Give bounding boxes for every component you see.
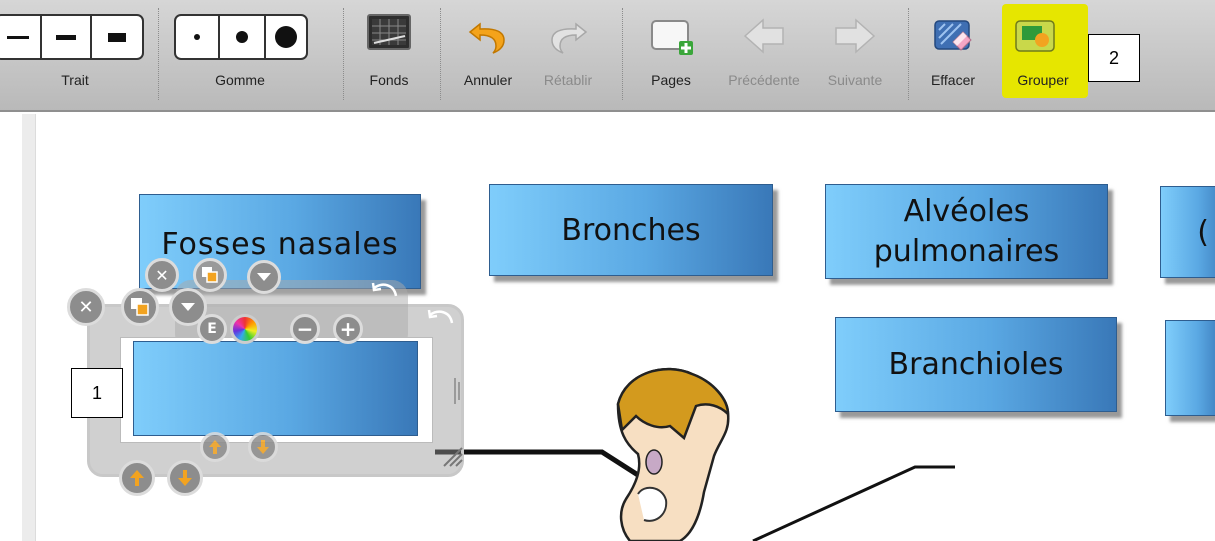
effacer-button[interactable]: Effacer [918,0,988,112]
trait-thick-option[interactable] [92,16,142,58]
card-alveoles-line2: pulmonaires [873,233,1060,269]
edit-text-icon[interactable]: E [197,314,227,344]
layer-icon[interactable] [121,288,159,326]
trait-medium-option[interactable] [42,16,92,58]
card-bronches[interactable]: Bronches [489,184,773,276]
callout-1: 1 [71,368,123,418]
trait-width-selector[interactable] [0,14,144,60]
toolbar-separator [343,8,344,100]
minus-icon[interactable]: − [290,314,320,344]
arrow-left-icon [742,16,786,56]
move-up-icon[interactable] [200,432,230,462]
suivante-label: Suivante [827,72,883,88]
group-icon [1013,16,1057,56]
card-alveoles-pulmonaires[interactable]: Alvéoles pulmonaires [825,184,1108,279]
gomme-size-selector[interactable] [174,14,308,60]
fonds-label: Fonds [369,72,409,88]
toolbar-separator [622,8,623,100]
trait-tool[interactable]: Trait [0,0,150,112]
rotate-icon[interactable] [426,307,456,337]
gomme-large-option[interactable] [266,16,306,58]
grouper-label: Grouper [1017,72,1069,88]
move-down-icon[interactable] [167,460,203,496]
toolbar: Trait Gomme Fonds Annuler Rétablir Pages… [0,0,1215,112]
boy-illustration [435,367,955,541]
gomme-label: Gomme [215,72,265,88]
suivante-button[interactable]: Suivante [814,0,896,112]
gomme-tool[interactable]: Gomme [170,0,310,112]
eraser-icon [931,16,975,56]
annuler-button[interactable]: Annuler [452,0,524,112]
move-down-icon[interactable] [248,432,278,462]
card-empty-selected[interactable] [133,341,418,436]
grouper-button[interactable]: Grouper [1002,0,1088,112]
trait-label: Trait [61,72,89,88]
side-handle-icon[interactable] [452,376,462,406]
precedente-button[interactable]: Précédente [715,0,813,112]
pages-button[interactable]: Pages [636,0,706,112]
add-page-icon [649,16,693,56]
close-icon[interactable]: ✕ [67,288,105,326]
gomme-medium-option[interactable] [220,16,266,58]
whiteboard-canvas[interactable]: Fosses nasales Bronches Alvéoles pulmona… [0,114,1215,541]
resize-grip-icon[interactable] [440,444,464,468]
card-alveoles-line1: Alvéoles [903,193,1030,229]
color-wheel-icon[interactable] [230,314,260,344]
toolbar-separator [158,8,159,100]
annuler-label: Annuler [463,72,513,88]
retablir-button[interactable]: Rétablir [532,0,604,112]
layer-icon[interactable] [193,258,227,292]
left-margin-bar [22,114,36,541]
card-partial-right-bottom[interactable] [1165,320,1215,416]
callout-2: 2 [1088,34,1140,82]
arrow-right-icon [833,16,877,56]
card-partial-right-top[interactable]: ( [1160,186,1215,278]
undo-icon [466,16,510,56]
toolbar-separator [440,8,441,100]
redo-icon [546,16,590,56]
chevron-down-icon[interactable] [247,260,281,294]
fonds-button[interactable]: Fonds [357,0,421,112]
background-icon [367,14,411,50]
retablir-label: Rétablir [543,72,593,88]
move-up-icon[interactable] [119,460,155,496]
close-icon[interactable]: ✕ [145,258,179,292]
trait-thin-option[interactable] [0,16,42,58]
effacer-label: Effacer [930,72,976,88]
plus-icon[interactable]: + [333,314,363,344]
gomme-small-option[interactable] [176,16,220,58]
pages-label: Pages [651,72,691,88]
toolbar-separator [908,8,909,100]
precedente-label: Précédente [728,72,800,88]
rotate-icon[interactable] [370,280,400,310]
